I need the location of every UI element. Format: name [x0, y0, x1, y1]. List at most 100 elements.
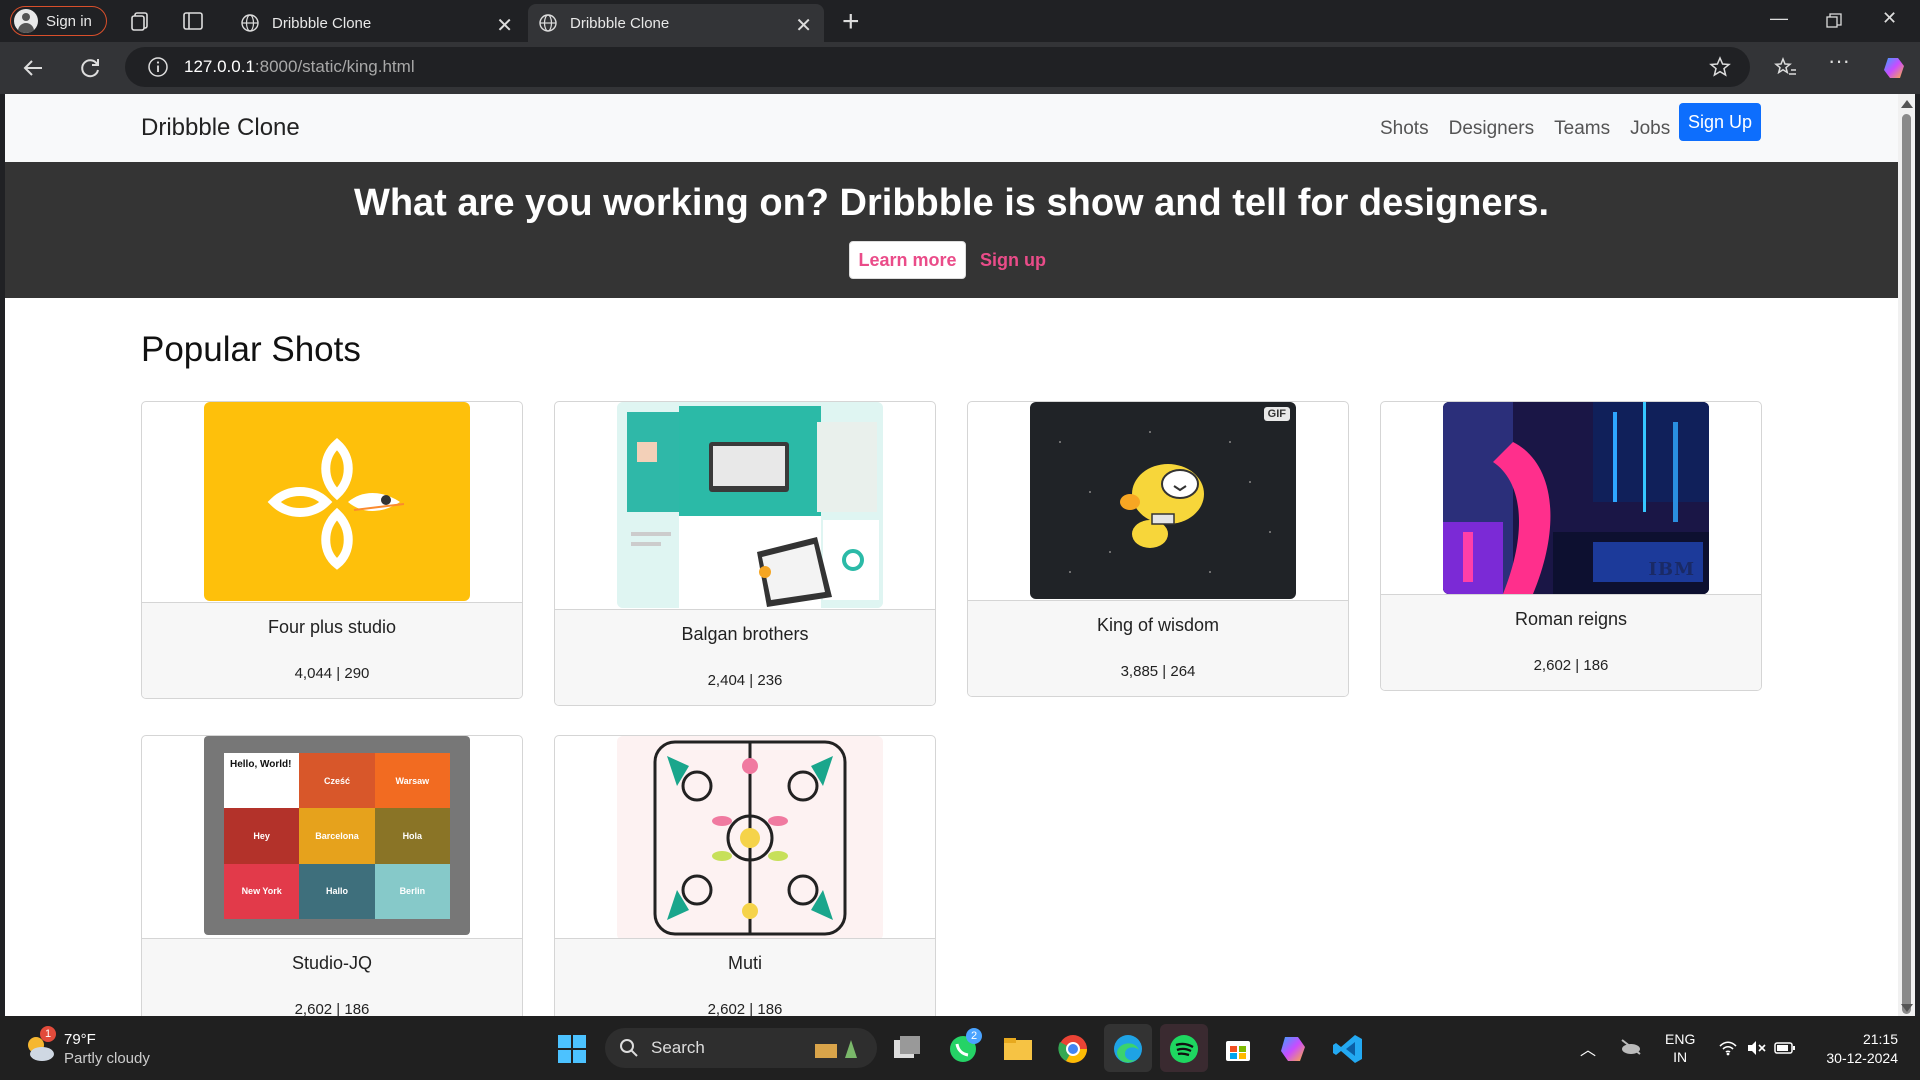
more-options-icon[interactable]: ···: [1828, 48, 1856, 76]
globe-icon: [241, 14, 259, 32]
shot-card[interactable]: IBM Roman reigns 2,602 | 186: [1380, 401, 1762, 691]
weather-widget[interactable]: 79°F Partly cloudy: [64, 1030, 150, 1068]
shot-title[interactable]: Roman reigns: [1381, 609, 1761, 630]
close-tab-icon[interactable]: ✕: [795, 13, 812, 38]
shot-title[interactable]: Balgan brothers: [555, 624, 935, 645]
search-label: Search: [651, 1038, 705, 1057]
shot-stats: 2,602 | 186: [294, 1001, 370, 1016]
globe-icon: [539, 14, 557, 32]
start-icon[interactable]: [555, 1032, 589, 1066]
chrome-icon[interactable]: [1056, 1032, 1090, 1066]
shot-title[interactable]: Studio-JQ: [142, 953, 522, 974]
signup-button[interactable]: Sign Up: [1679, 103, 1761, 141]
close-window-icon[interactable]: ✕: [1882, 8, 1897, 29]
favorite-star-icon[interactable]: [1708, 55, 1732, 79]
avatar-icon: [14, 9, 38, 33]
search-icon: [620, 1039, 638, 1057]
shot-title[interactable]: King of wisdom: [968, 615, 1348, 636]
shot-thumbnail[interactable]: GIF: [1030, 402, 1296, 599]
copilot-icon[interactable]: [1880, 54, 1908, 82]
hero-signup-link[interactable]: Sign up: [980, 250, 1046, 271]
site-info-icon[interactable]: [147, 56, 169, 78]
tile-hallo: Hallo: [299, 863, 375, 919]
url-path: :8000/static/king.html: [254, 57, 415, 76]
refresh-icon[interactable]: [76, 54, 104, 82]
astronaut-illustration-image: [1059, 431, 1271, 573]
tile-hola: Hola: [374, 808, 450, 864]
volume-muted-icon[interactable]: [1746, 1040, 1766, 1056]
nav-link-jobs[interactable]: Jobs: [1630, 118, 1670, 140]
weather-temp: 79°F: [64, 1031, 96, 1048]
shot-info: Studio-JQ 2,602 | 186: [142, 938, 522, 1016]
shot-thumbnail[interactable]: [617, 402, 883, 608]
workspaces-icon[interactable]: [130, 10, 152, 32]
section-title: Popular Shots: [141, 330, 361, 369]
lang-top: ENG: [1665, 1031, 1696, 1047]
shot-card[interactable]: GIF King of wisdom 3,885 | 264: [967, 401, 1349, 697]
nav-links: Shots Designers Teams Jobs: [1380, 118, 1670, 140]
weather-condition: Partly cloudy: [64, 1050, 150, 1067]
nav-link-designers[interactable]: Designers: [1449, 118, 1535, 140]
page-scrollbar[interactable]: [1898, 94, 1915, 1016]
spotify-icon[interactable]: [1167, 1032, 1201, 1066]
minimize-icon[interactable]: —: [1770, 8, 1788, 29]
restore-icon[interactable]: [1826, 13, 1842, 29]
shot-stats: 4,044 | 290: [294, 665, 370, 682]
close-tab-icon[interactable]: ✕: [496, 13, 513, 38]
edge-icon[interactable]: [1111, 1032, 1145, 1066]
shot-stats: 2,404 | 236: [707, 672, 783, 689]
learn-more-button[interactable]: Learn more: [849, 241, 966, 279]
shot-thumbnail[interactable]: IBM: [1443, 402, 1709, 594]
nav-link-shots[interactable]: Shots: [1380, 118, 1429, 140]
tile-berlin: Berlin: [374, 863, 450, 919]
site-brand[interactable]: Dribbble Clone: [141, 114, 300, 142]
tile-czesc: Cześć: [299, 753, 375, 809]
address-bar[interactable]: 127.0.0.1:8000/static/king.html: [125, 47, 1750, 87]
language-indicator[interactable]: ENG IN: [1665, 1030, 1695, 1066]
tab-title: Dribbble Clone: [272, 14, 372, 32]
shot-info: Roman reigns 2,602 | 186: [1381, 594, 1761, 690]
nav-link-teams[interactable]: Teams: [1554, 118, 1610, 140]
url-host: 127.0.0.1: [184, 57, 255, 76]
shot-info: Four plus studio 4,044 | 290: [142, 602, 522, 698]
shot-title[interactable]: Muti: [555, 953, 935, 974]
window-frame-right: [1915, 94, 1920, 1016]
shot-thumbnail[interactable]: [204, 402, 470, 601]
balgan-website-mockup-image: [617, 402, 883, 608]
new-tab-icon[interactable]: +: [842, 5, 860, 39]
taskbar-search[interactable]: Search: [605, 1028, 877, 1068]
tab-dribbble-clone-2[interactable]: Dribbble Clone ✕: [528, 4, 824, 42]
shot-thumbnail[interactable]: [617, 736, 883, 940]
site-navbar: Dribbble Clone Shots Designers Teams Job…: [5, 94, 1898, 162]
wifi-icon[interactable]: [1718, 1040, 1738, 1056]
shot-card[interactable]: Four plus studio 4,044 | 290: [141, 401, 523, 699]
profile-signin-button[interactable]: Sign in: [10, 6, 107, 36]
file-explorer-icon[interactable]: [1001, 1032, 1035, 1066]
battery-icon[interactable]: [1774, 1040, 1796, 1056]
microsoft-store-icon[interactable]: [1221, 1032, 1255, 1066]
favorites-icon[interactable]: [1772, 54, 1800, 82]
scroll-up-icon[interactable]: [1901, 100, 1913, 108]
shot-card[interactable]: Muti 2,602 | 186: [554, 735, 936, 1016]
scrollbar-thumb[interactable]: [1902, 114, 1911, 1014]
copilot-app-icon[interactable]: [1276, 1032, 1310, 1066]
task-view-icon[interactable]: [890, 1032, 924, 1066]
tile-new-york: New York: [224, 863, 300, 919]
tile-hey: Hey: [224, 808, 300, 864]
tab-title: Dribbble Clone: [570, 14, 670, 32]
shot-card[interactable]: Hello, World! Cześć Warsaw Hey Barcelona…: [141, 735, 523, 1016]
vscode-icon[interactable]: [1331, 1032, 1365, 1066]
clock[interactable]: 21:15 30-12-2024: [1818, 1030, 1898, 1068]
back-icon[interactable]: [20, 54, 48, 82]
scroll-down-icon[interactable]: [1901, 1004, 1913, 1012]
four-plus-logo-image: [267, 438, 405, 570]
shot-info: Balgan brothers 2,404 | 236: [555, 609, 935, 705]
url-text: 127.0.0.1:8000/static/king.html: [184, 57, 415, 77]
shot-title[interactable]: Four plus studio: [142, 617, 522, 638]
tab-dribbble-clone-1[interactable]: Dribbble Clone ✕: [230, 4, 525, 42]
shot-thumbnail[interactable]: Hello, World! Cześć Warsaw Hey Barcelona…: [204, 736, 470, 935]
onedrive-icon[interactable]: [1620, 1038, 1642, 1056]
show-hidden-icons-icon[interactable]: ︿: [1580, 1036, 1596, 1060]
shot-card[interactable]: Balgan brothers 2,404 | 236: [554, 401, 936, 706]
tab-actions-icon[interactable]: [182, 10, 204, 32]
